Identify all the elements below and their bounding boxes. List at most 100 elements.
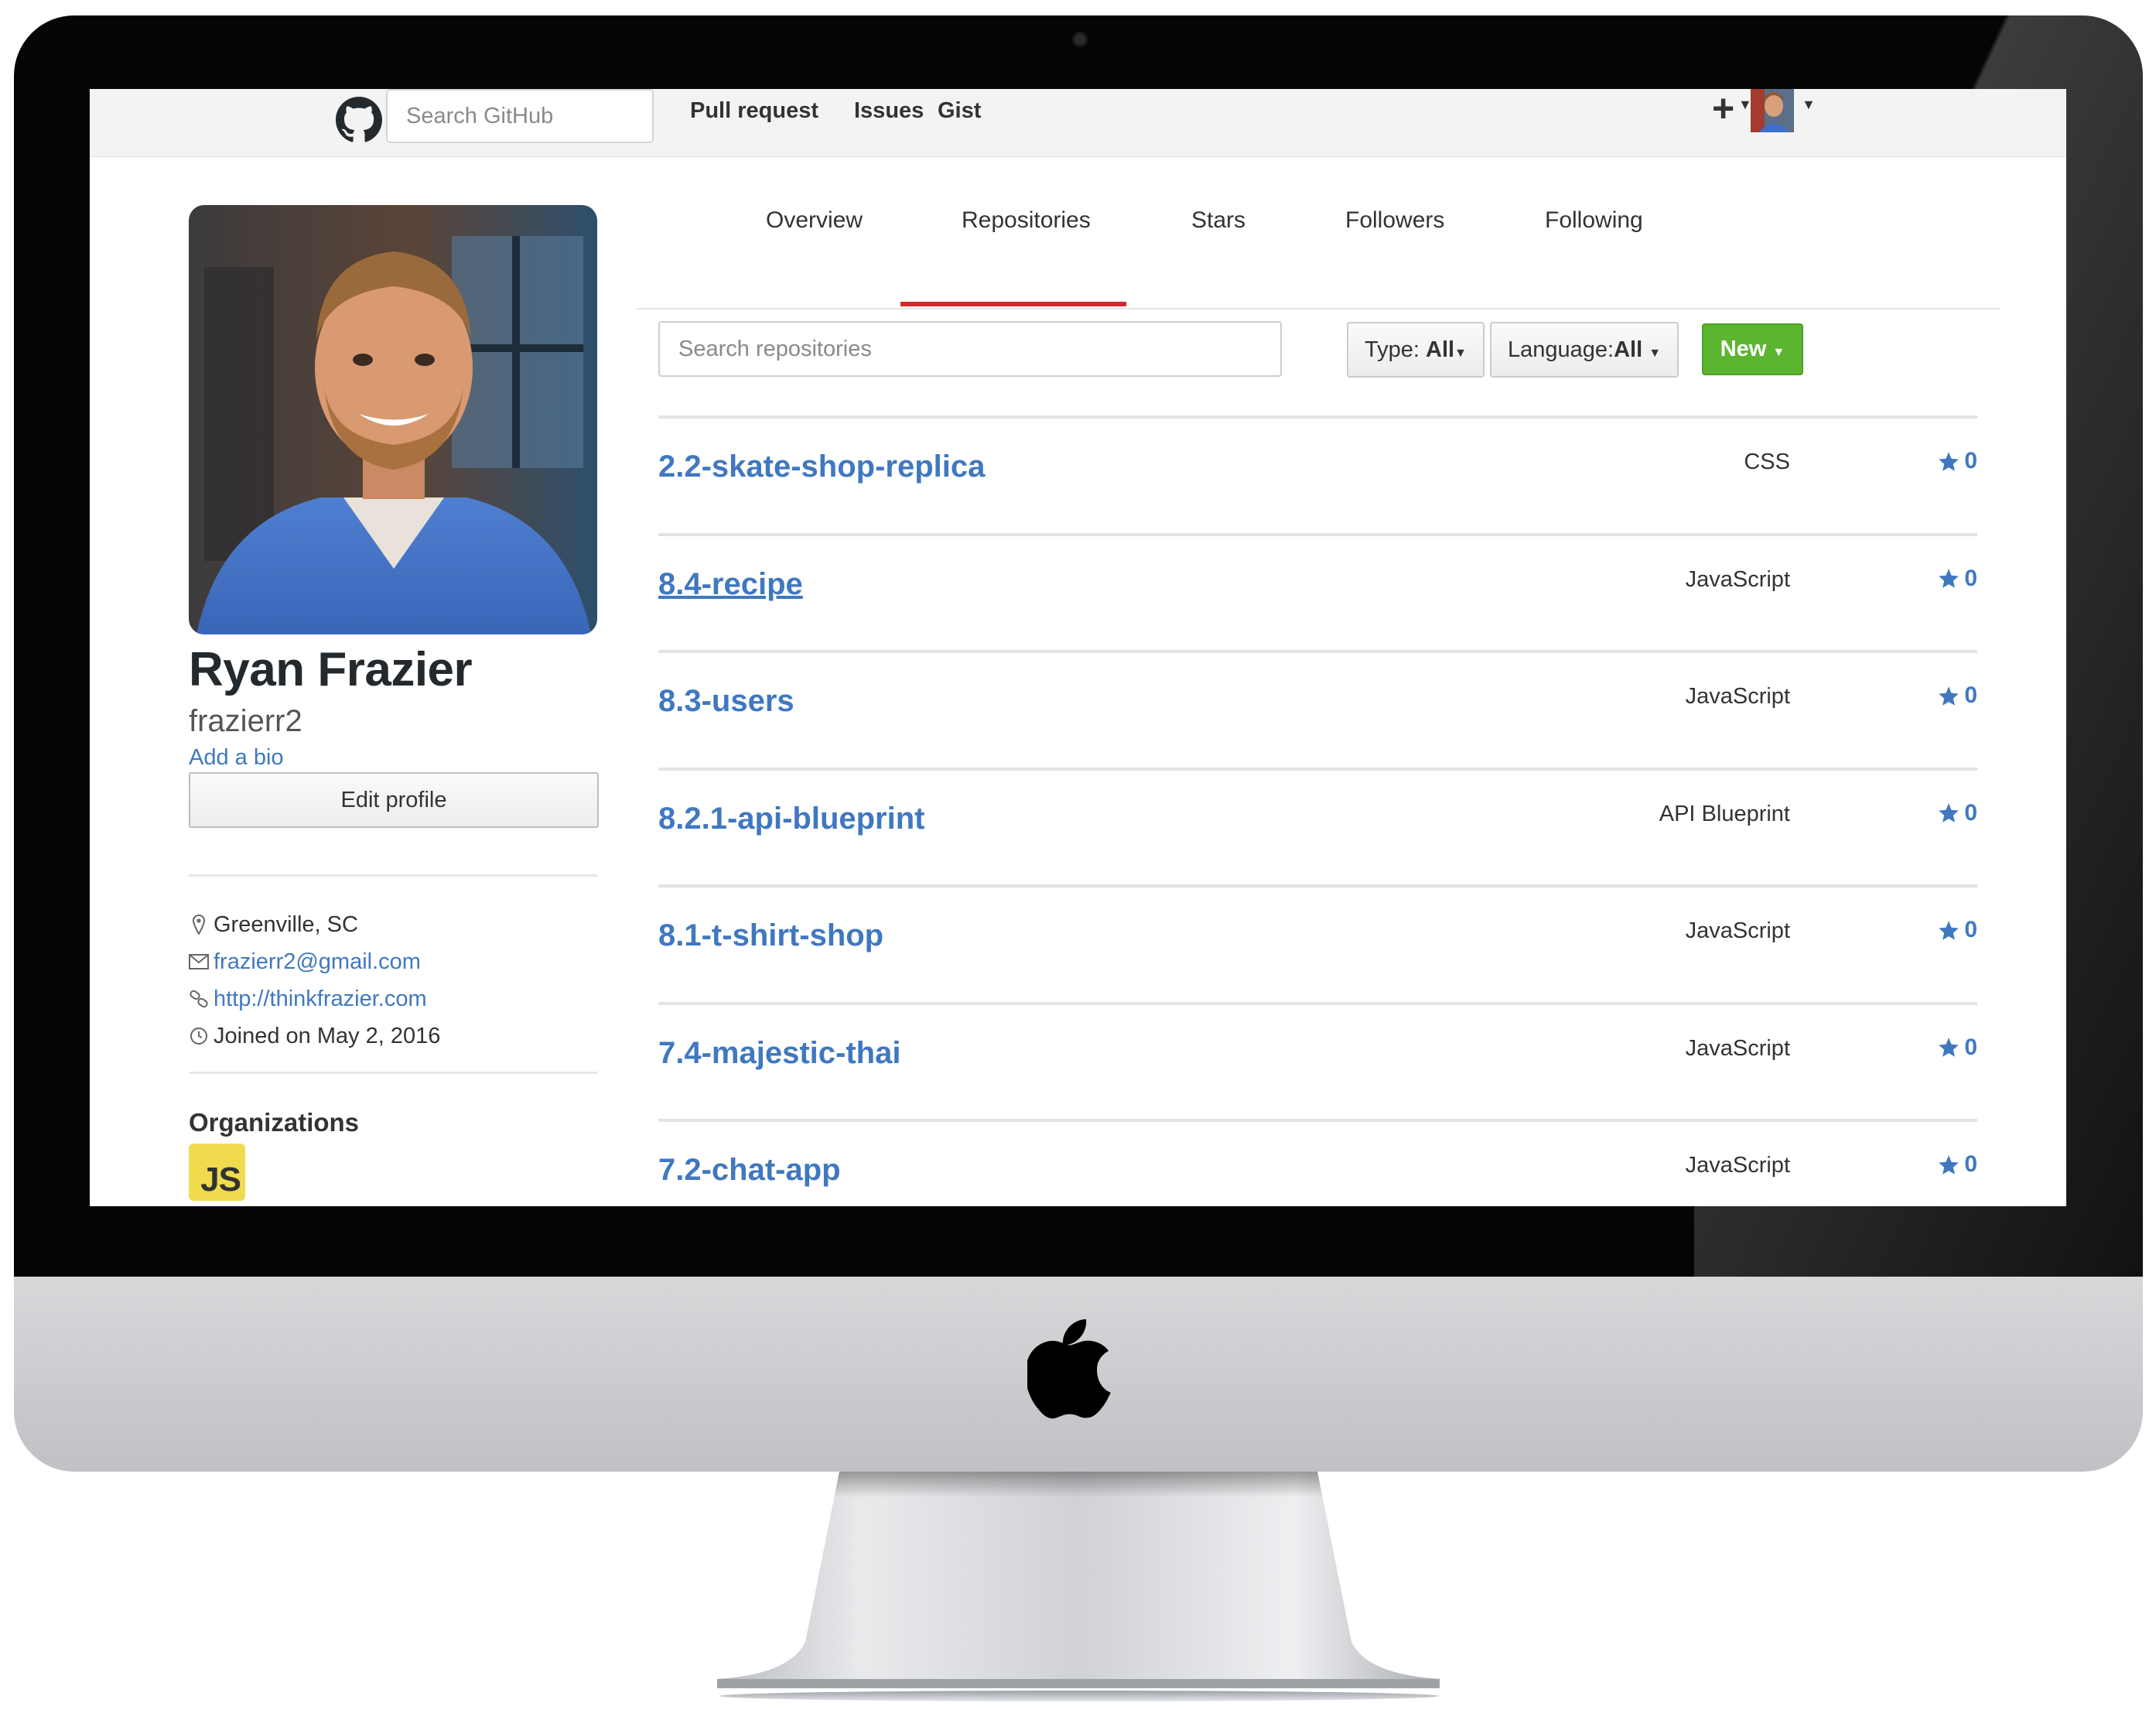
chevron-down-icon: ▼ (1649, 347, 1662, 360)
user-avatar-menu[interactable] (1751, 89, 1794, 132)
language-filter-value: All (1614, 337, 1643, 362)
joined-text: Joined on May 2, 2016 (214, 1023, 441, 1048)
nav-issues[interactable]: Issues (854, 98, 924, 124)
repo-row: 8.2.1-api-blueprint API Blueprint 0 (658, 767, 1977, 885)
new-button-label: New (1720, 337, 1767, 361)
active-tab-indicator (900, 302, 1126, 306)
add-bio-link[interactable]: Add a bio (189, 745, 284, 771)
location-pin-icon (189, 915, 209, 935)
apple-logo-icon (1027, 1319, 1111, 1419)
repo-name-link[interactable]: 7.4-majestic-thai (658, 1036, 900, 1071)
webcam (1072, 32, 1088, 47)
profile-full-name: Ryan Frazier (189, 643, 473, 696)
vcard-joined: Joined on May 2, 2016 (189, 1021, 440, 1051)
email-link[interactable]: frazierr2@gmail.com (214, 949, 421, 975)
repo-name-link[interactable]: 8.3-users (658, 684, 794, 719)
star-icon (1939, 1038, 1960, 1057)
repo-language: JavaScript (1685, 1035, 1790, 1061)
repo-row: 8.3-users JavaScript 0 (658, 650, 1977, 768)
organizations-heading: Organizations (189, 1108, 360, 1137)
link-icon (189, 990, 209, 1008)
org-badge-label: JS (200, 1161, 241, 1199)
repo-language: JavaScript (1685, 684, 1790, 709)
chevron-down-icon: ▼ (1772, 346, 1785, 359)
repo-stars-link[interactable]: 0 (1938, 682, 1977, 709)
repo-stars-link[interactable]: 0 (1938, 448, 1977, 474)
github-octocat-icon[interactable] (336, 97, 382, 143)
repo-row: 8.1-t-shirt-shop JavaScript 0 (658, 884, 1977, 1002)
repo-name-link[interactable]: 8.2.1-api-blueprint (658, 802, 925, 836)
star-count: 0 (1964, 565, 1977, 591)
language-filter-label: Language: (1507, 337, 1614, 362)
stand-base-shadow (719, 1691, 1439, 1701)
sidebar-divider (189, 874, 597, 877)
org-avatar-javascript[interactable]: JS (189, 1144, 245, 1201)
vcard-website[interactable]: http://thinkfrazier.com (189, 983, 427, 1014)
repo-row: 7.4-majestic-thai JavaScript 0 (658, 1001, 1977, 1120)
repo-stars-link[interactable]: 0 (1938, 800, 1977, 826)
repo-language: JavaScript (1685, 918, 1790, 943)
type-filter-dropdown[interactable]: Type: All▼ (1347, 322, 1485, 378)
nav-pull-requests[interactable]: Pull request (690, 98, 818, 124)
star-icon (1939, 1154, 1960, 1175)
monitor-bezel: Search GitHub Pull request Issues Gist +… (14, 15, 2143, 1277)
chevron-down-icon: ▼ (1454, 347, 1467, 360)
repo-name-link[interactable]: 7.2-chat-app (658, 1153, 841, 1188)
tab-stars[interactable]: Stars (1191, 207, 1245, 234)
type-filter-label: Type: (1365, 337, 1427, 362)
repo-language: JavaScript (1685, 1153, 1790, 1178)
star-count: 0 (1964, 448, 1977, 474)
chevron-down-icon[interactable]: ▼ (1802, 97, 1816, 113)
sidebar-divider (189, 1072, 597, 1074)
tabs-divider (637, 308, 2001, 309)
nav-gist[interactable]: Gist (938, 98, 981, 124)
star-icon (1939, 803, 1960, 822)
repo-language: JavaScript (1685, 566, 1790, 592)
repository-list: 2.2-skate-shop-replica CSS 0 8.4-recipe … (658, 415, 1977, 1206)
repo-row: 8.4-recipe JavaScript 0 (658, 532, 1977, 651)
tab-following[interactable]: Following (1545, 207, 1643, 234)
location-text: Greenville, SC (214, 911, 358, 937)
mail-icon (189, 954, 209, 969)
profile-username: frazierr2 (189, 704, 302, 738)
star-count: 0 (1964, 1151, 1977, 1177)
star-count: 0 (1964, 1034, 1977, 1060)
star-count: 0 (1964, 682, 1977, 708)
repo-row: 7.2-chat-app JavaScript 0 (658, 1119, 1977, 1206)
language-filter-dropdown[interactable]: Language:All ▼ (1490, 322, 1679, 378)
repo-name-link[interactable]: 8.4-recipe (658, 567, 803, 602)
repo-row: 2.2-skate-shop-replica CSS 0 (658, 415, 1977, 533)
repo-language: API Blueprint (1659, 801, 1790, 826)
new-repository-button[interactable]: New ▼ (1702, 323, 1803, 375)
star-icon (1939, 686, 1960, 706)
clock-icon (189, 1027, 209, 1045)
browser-screen: Search GitHub Pull request Issues Gist +… (90, 89, 2066, 1206)
tab-repositories[interactable]: Repositories (962, 207, 1091, 234)
github-header: Search GitHub Pull request Issues Gist +… (90, 89, 2066, 157)
repo-stars-link[interactable]: 0 (1938, 566, 1977, 592)
vcard-location: Greenville, SC (189, 909, 358, 940)
plus-icon[interactable]: + (1712, 89, 1734, 128)
star-icon (1939, 920, 1960, 940)
vcard-email[interactable]: frazierr2@gmail.com (189, 946, 421, 977)
website-link[interactable]: http://thinkfrazier.com (214, 987, 427, 1012)
imac-monitor: Search GitHub Pull request Issues Gist +… (14, 15, 2143, 1472)
star-count: 0 (1964, 917, 1977, 942)
tab-overview[interactable]: Overview (766, 207, 863, 234)
monitor-chin (14, 1277, 2143, 1472)
tab-followers[interactable]: Followers (1345, 207, 1444, 234)
type-filter-value: All (1426, 337, 1455, 362)
search-repositories-input[interactable]: Search repositories (658, 321, 1282, 377)
repo-name-link[interactable]: 2.2-skate-shop-replica (658, 450, 985, 484)
repo-language: CSS (1744, 450, 1790, 474)
repo-stars-link[interactable]: 0 (1938, 1034, 1977, 1061)
search-github-input[interactable]: Search GitHub (386, 89, 654, 143)
monitor-stand (717, 1472, 1440, 1688)
star-icon (1939, 451, 1960, 471)
profile-photo (189, 205, 597, 634)
repo-stars-link[interactable]: 0 (1938, 1151, 1977, 1178)
star-count: 0 (1964, 799, 1977, 826)
repo-name-link[interactable]: 8.1-t-shirt-shop (658, 918, 883, 953)
repo-stars-link[interactable]: 0 (1938, 917, 1977, 943)
edit-profile-button[interactable]: Edit profile (189, 772, 599, 828)
